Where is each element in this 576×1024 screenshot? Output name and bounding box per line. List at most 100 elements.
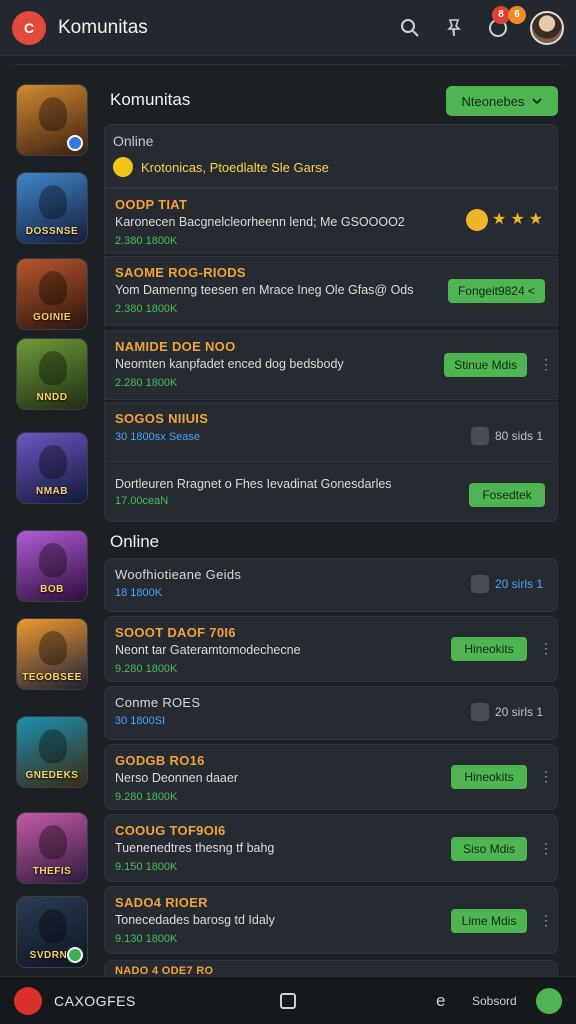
bag-icon [470, 703, 489, 721]
item-stat-text: 80 sids 1 [494, 429, 543, 443]
list-item[interactable]: SADO4 RIOER Tonecedades barosg td Idaly … [104, 886, 558, 954]
game-thumbnail[interactable]: GNEDEKS [16, 716, 88, 788]
more-icon[interactable]: ⋮ [539, 913, 553, 927]
item-title: OODP TIAT [115, 197, 188, 212]
item-action-button[interactable]: Lime Mdis [451, 909, 527, 933]
item-stat-text: 20 sirls 1 [494, 705, 543, 719]
item-title: SAOME ROG-RIODS [115, 265, 246, 280]
item-title: SOGOS NIIUIS [115, 411, 209, 426]
thumbnail-label: GOINIE [32, 312, 71, 323]
section-title-online: Online [110, 532, 160, 551]
item-description: Neont tar Gateramtomodechecne [115, 643, 301, 657]
item-action-button[interactable]: Fosedtek [469, 483, 545, 507]
item-action-button[interactable]: Siso Mdis [451, 837, 527, 861]
item-action-button[interactable]: Hineokits [451, 765, 527, 789]
item-title: SADO4 RIOER [115, 895, 208, 910]
item-meta: 2.280 1800K [115, 377, 178, 389]
character-art [39, 271, 67, 305]
game-thumbnail[interactable]: NNDD [16, 338, 88, 410]
more-icon[interactable]: ⋮ [539, 769, 553, 783]
thumbnail-label: NMAB [36, 486, 68, 497]
character-art [39, 543, 67, 577]
more-icon[interactable]: ⋮ [539, 841, 553, 855]
more-icon[interactable]: ⋮ [539, 641, 553, 655]
bolt-icon [113, 157, 133, 177]
more-icon[interactable]: ⋮ [539, 357, 553, 371]
game-thumbnail[interactable]: BOB [16, 530, 88, 602]
item-title: Woofhiotieane Geids [115, 567, 242, 582]
item-title: Conme ROES [115, 695, 201, 710]
character-art [39, 729, 67, 763]
list-item[interactable]: COOUG TOF9OI6 Tuenenedtres thesng tf bah… [104, 814, 558, 882]
character-art [39, 825, 67, 859]
bag-icon [470, 575, 489, 593]
star-icon: ★ [528, 211, 543, 228]
character-art [39, 351, 67, 385]
list-item[interactable]: SAOME ROG-RIODS Yom Damenng teesen en Mr… [104, 256, 558, 326]
star-icon: ★ [510, 211, 525, 228]
online-header-card: Online Krotonicas, Ptoedlalte Sle Garse [104, 124, 558, 188]
item-description: Yom Damenng teesen en Mrace Ineg Ole Gfa… [115, 283, 414, 297]
app-title: Komunitas [58, 16, 148, 38]
character-art [39, 185, 67, 219]
game-thumbnail[interactable]: THEFIS [16, 812, 88, 884]
list-item[interactable]: SOOOT DAOF 70I6 Neont tar Gateramtomodec… [104, 616, 558, 682]
item-stat: 20 sirls 1 [470, 703, 543, 721]
alert-badge: 6 [508, 5, 526, 24]
item-description: Dortleuren Rragnet o Fhes Ievadinat Gone… [115, 477, 392, 491]
top-actions: 8 6 [398, 5, 564, 45]
thumbnail-label: BOB [40, 584, 64, 595]
item-meta: 9.130 1800K [115, 933, 178, 945]
chevron-down-icon [532, 98, 543, 105]
notifications-icon[interactable]: 8 6 [486, 5, 526, 40]
item-meta: 9.150 1800K [115, 861, 178, 873]
search-icon[interactable] [398, 16, 422, 40]
item-title: NAMIDE DOE NOO [115, 339, 236, 354]
header-divider [14, 64, 562, 65]
item-meta: 30 1800sx Sease [115, 431, 201, 443]
list-item[interactable]: Conme ROES 30 1800SI 20 sirls 1 [104, 686, 558, 740]
item-action-button[interactable]: Fongeit9824 < [447, 279, 545, 303]
bottom-nav-label-2[interactable]: Sobsord [472, 994, 517, 1008]
item-title: GODGB RO16 [115, 753, 205, 768]
filter-dropdown[interactable]: Nteonebes [446, 86, 558, 116]
home-logo-icon[interactable] [14, 986, 42, 1015]
highlight-banner[interactable]: Krotonicas, Ptoedlalte Sle Garse [113, 157, 559, 177]
thumbnail-label: THEFIS [32, 866, 72, 877]
thumbnail-label: GNEDEKS [25, 770, 79, 781]
user-avatar[interactable] [530, 10, 564, 45]
list-item[interactable]: NADO 4 ODE7 RO [104, 960, 558, 977]
game-thumbnail[interactable]: SVDRNE [16, 896, 88, 968]
game-thumbnail[interactable]: DOSSNSE [16, 172, 88, 244]
game-thumbnail[interactable] [16, 84, 88, 156]
online-label: Online [113, 133, 154, 149]
item-action-button[interactable]: Hineokits [451, 637, 527, 661]
list-item[interactable]: SOGOS NIIUIS 30 1800sx Sease 80 sids 1 D… [104, 402, 558, 522]
list-item[interactable]: GODGB RO16 Nerso Deonnen daaer 9.280 180… [104, 744, 558, 810]
pin-icon[interactable] [442, 16, 466, 40]
e-icon[interactable]: e [436, 991, 445, 1011]
item-meta: 30 1800SI [115, 715, 166, 727]
item-description: Neomten kanpfadet enced dog bedsbody [115, 357, 344, 371]
rating: ★ ★ ★ [465, 209, 543, 231]
item-description: Tuenenedtres thesng tf bahg [115, 841, 275, 855]
action-fab[interactable] [536, 987, 562, 1014]
bottom-nav-label[interactable]: CAXOGFES [54, 993, 136, 1009]
game-thumbnail[interactable]: TEGOBSEE [16, 618, 88, 690]
item-meta: 2.380 1800K [115, 303, 178, 315]
game-thumbnail[interactable]: NMAB [16, 432, 88, 504]
list-item[interactable]: Woofhiotieane Geids 18 1800K 20 sirls 1 [104, 558, 558, 612]
character-art [39, 909, 67, 943]
bag-icon [470, 427, 489, 445]
filter-dropdown-label: Nteonebes [461, 93, 525, 109]
app-logo[interactable]: C [12, 10, 46, 45]
thumbnail-label: DOSSNSE [25, 226, 79, 237]
square-icon[interactable] [280, 992, 296, 1009]
game-thumbnail[interactable]: GOINIE [16, 258, 88, 330]
item-action-button[interactable]: Stinue Mdis [444, 353, 527, 377]
list-item[interactable]: NAMIDE DOE NOO Neomten kanpfadet enced d… [104, 330, 558, 400]
section-title-komunitas: Komunitas [110, 90, 191, 109]
item-stat: 20 sirls 1 [470, 575, 543, 593]
item-title: COOUG TOF9OI6 [115, 823, 226, 838]
list-item[interactable]: OODP TIAT Karonecen Bacgnelcleorheenn le… [104, 188, 558, 254]
